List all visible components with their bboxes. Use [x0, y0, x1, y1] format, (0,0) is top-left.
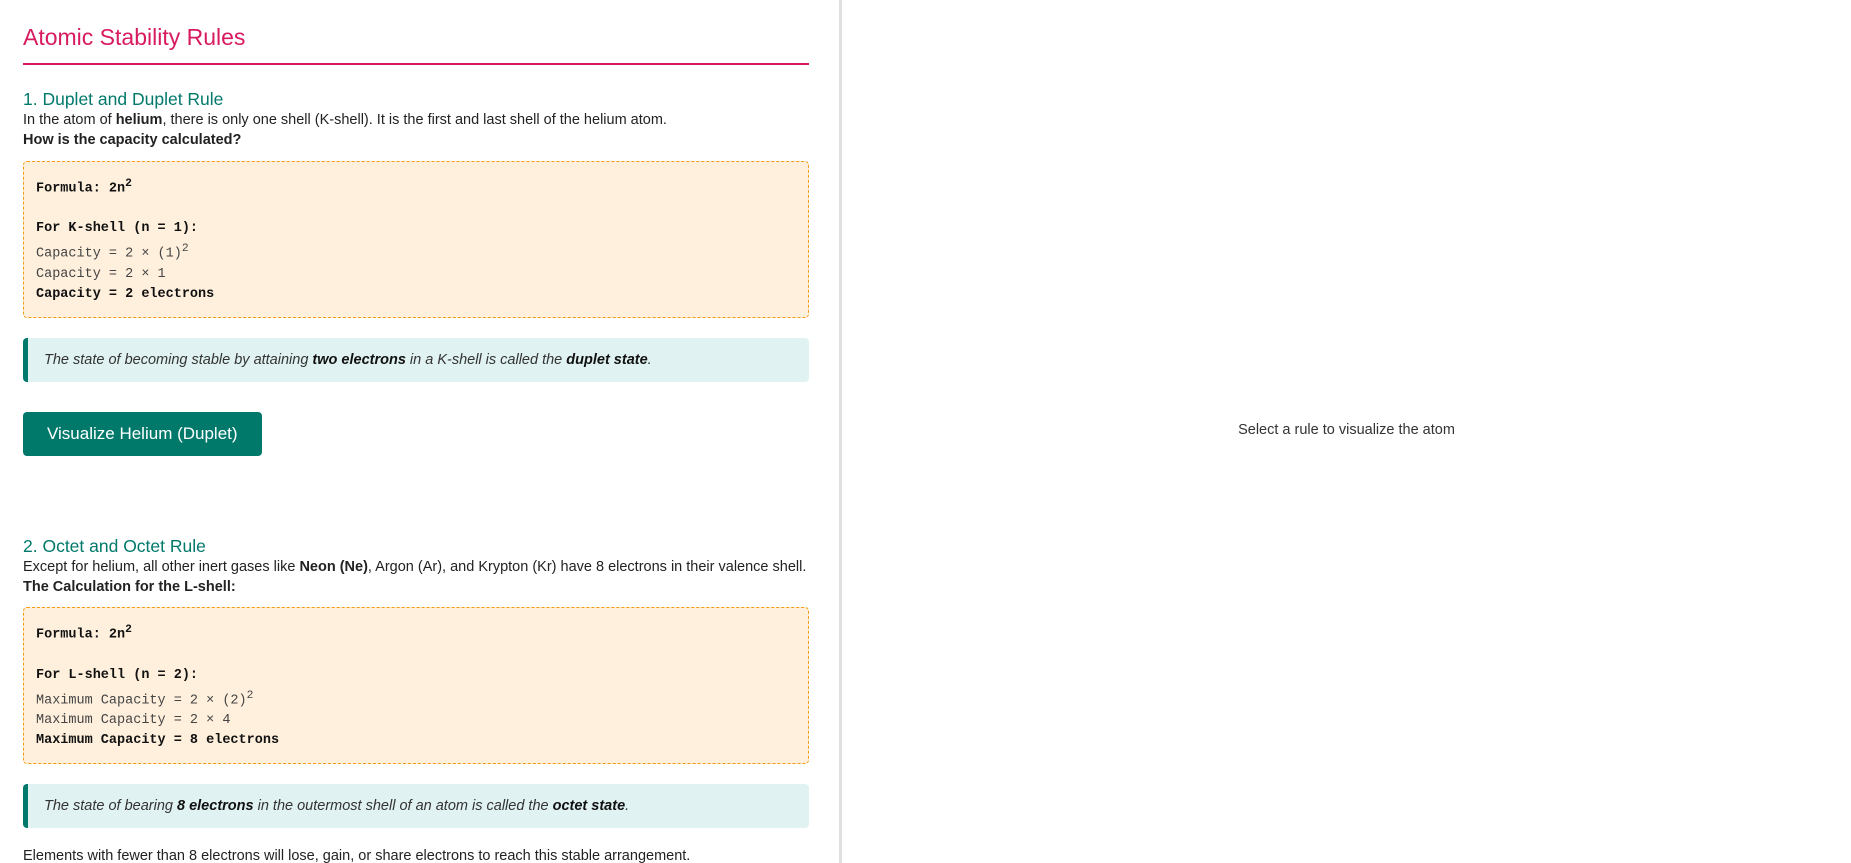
- octet-result: Maximum Capacity = 8 electrons: [36, 733, 280, 749]
- visualize-helium-button[interactable]: Visualize Helium (Duplet): [23, 411, 262, 456]
- octet-intro: Except for helium, all other inert gases…: [23, 557, 809, 577]
- duplet-note-e: .: [647, 351, 652, 368]
- octet-calc-2: Maximum Capacity = 2 × 4: [36, 713, 231, 729]
- atom-visualizer-panel: Select a rule to visualize the atom: [842, 0, 1851, 863]
- duplet-calc-1: Capacity = 2 × (1)2: [36, 239, 796, 265]
- app-layout: Atomic Stability Rules 1. Duplet and Dup…: [0, 0, 1851, 863]
- visualizer-placeholder: Select a rule to visualize the atom: [1238, 421, 1455, 438]
- duplet-note: The state of becoming stable by attainin…: [23, 337, 809, 382]
- octet-footer-text: Elements with fewer than 8 electrons wil…: [23, 848, 691, 863]
- duplet-calc-2: Capacity = 2 × 1: [36, 266, 166, 282]
- duplet-section: 1. Duplet and Duplet Rule In the atom of…: [23, 89, 809, 456]
- duplet-calc-1-text: Capacity = 2 × (1): [36, 246, 182, 262]
- octet-note-c: in the outermost shell of an atom is cal…: [253, 798, 553, 815]
- rules-panel[interactable]: Atomic Stability Rules 1. Duplet and Dup…: [0, 0, 842, 863]
- octet-note-b: 8 electrons: [177, 798, 254, 815]
- octet-subheading: The Calculation for the L-shell:: [23, 578, 236, 595]
- duplet-shell-line: For K-shell (n = 1):: [36, 221, 199, 237]
- duplet-subheading: How is the capacity calculated?: [23, 132, 242, 149]
- octet-section: 2. Octet and Octet Rule Except for heliu…: [23, 536, 809, 863]
- octet-calc-1-text: Maximum Capacity = 2 × (2): [36, 693, 247, 709]
- duplet-note-d: duplet state: [566, 351, 648, 368]
- octet-formula-label: Formula: 2n: [36, 627, 126, 643]
- duplet-intro-text: In the atom of: [23, 112, 116, 128]
- duplet-result: Capacity = 2 electrons: [36, 286, 215, 302]
- octet-intro-bold: Neon (Ne): [299, 558, 368, 575]
- octet-note-e: .: [625, 798, 630, 815]
- octet-calc-1: Maximum Capacity = 2 × (2)2: [36, 686, 796, 712]
- octet-calc-1-exp: 2: [246, 689, 254, 702]
- duplet-note-b: two electrons: [312, 351, 406, 368]
- octet-formula-box: Formula: 2n2 For L-shell (n = 2): Maximu…: [23, 607, 809, 765]
- octet-formula: Formula: 2n2: [36, 620, 796, 646]
- octet-intro-rest: , Argon (Ar), and Krypton (Kr) have 8 el…: [367, 558, 807, 575]
- duplet-note-c: in a K-shell is called the: [405, 351, 567, 368]
- duplet-formula-label: Formula: 2n: [36, 181, 126, 197]
- duplet-intro-bold: helium: [115, 112, 163, 128]
- duplet-formula-exp: 2: [125, 177, 132, 190]
- octet-intro-text: Except for helium, all other inert gases…: [23, 558, 300, 575]
- duplet-intro-rest: , there is only one shell (K-shell). It …: [162, 112, 667, 128]
- octet-shell-line: For L-shell (n = 2):: [36, 667, 199, 683]
- duplet-note-a: The state of becoming stable by attainin…: [44, 351, 313, 368]
- page-title: Atomic Stability Rules: [23, 24, 809, 65]
- duplet-formula: Formula: 2n2: [36, 174, 796, 200]
- octet-note-a: The state of bearing: [44, 798, 177, 815]
- duplet-intro: In the atom of helium, there is only one…: [23, 110, 809, 130]
- octet-note-d: octet state: [552, 798, 626, 815]
- octet-heading: 2. Octet and Octet Rule: [23, 535, 206, 556]
- octet-note: The state of bearing 8 electrons in the …: [23, 784, 809, 829]
- octet-formula-exp: 2: [125, 624, 132, 637]
- duplet-heading: 1. Duplet and Duplet Rule: [23, 89, 224, 109]
- duplet-calc-1-exp: 2: [181, 243, 189, 256]
- duplet-formula-box: Formula: 2n2 For K-shell (n = 1): Capaci…: [23, 160, 809, 318]
